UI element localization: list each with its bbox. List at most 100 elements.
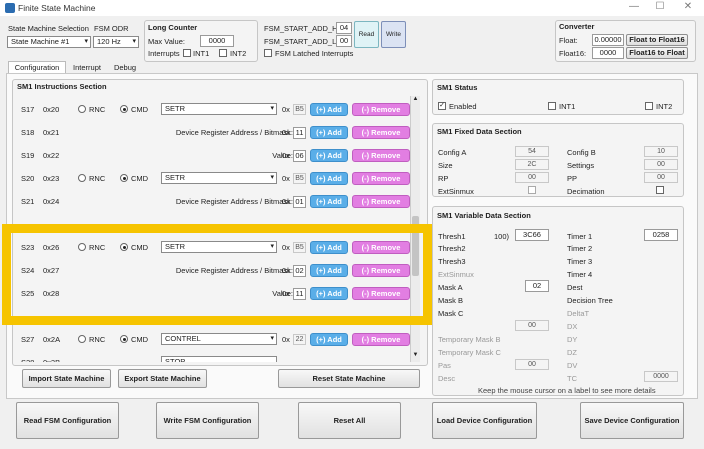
scroll-up-icon[interactable]: ▲ <box>411 96 420 102</box>
dx-input[interactable]: 00 <box>515 320 549 331</box>
write-button[interactable]: Write <box>381 21 406 48</box>
hex-value-input[interactable]: B5 <box>293 242 306 253</box>
scrollbar-thumb[interactable] <box>412 216 419 276</box>
fsm-latched-checkbox[interactable] <box>264 49 272 57</box>
read-button[interactable]: Read <box>354 21 379 48</box>
add-button[interactable]: (+) Add <box>310 287 348 300</box>
rnc-radio[interactable] <box>78 105 86 113</box>
timer1-input[interactable]: 0258 <box>644 229 678 241</box>
int1-checkbox[interactable] <box>183 49 191 57</box>
tab-debug[interactable]: Debug <box>108 62 142 73</box>
remove-button[interactable]: (-) Remove <box>352 241 410 254</box>
minimize-icon[interactable]: — <box>624 1 644 12</box>
pp-input[interactable]: 00 <box>644 172 678 183</box>
add-button[interactable]: (+) Add <box>310 241 348 254</box>
maximize-icon[interactable]: ☐ <box>650 1 670 12</box>
fsm-odr-select[interactable]: 120 Hz ▾ <box>93 36 139 48</box>
tc-input[interactable]: 0000 <box>644 371 678 382</box>
float-input[interactable]: 0.00000 <box>592 34 624 46</box>
mask-a-input[interactable]: 02 <box>525 280 549 292</box>
remove-button[interactable]: (-) Remove <box>352 287 410 300</box>
command-select[interactable]: SETR ▾ <box>161 103 277 115</box>
status-int1-checkbox[interactable] <box>548 102 556 110</box>
reset-all-button[interactable]: Reset All <box>298 402 401 439</box>
export-sm-button[interactable]: Export State Machine <box>118 369 207 388</box>
command-value: CONTREL <box>165 334 201 343</box>
remove-button[interactable]: (-) Remove <box>352 149 410 162</box>
config-b-label: Config B <box>567 148 596 157</box>
hex-value-input[interactable]: 06 <box>293 150 306 162</box>
command-select[interactable]: STOP <box>161 356 277 362</box>
instruction-row: S17 0x20 RNC CMD SETR ▾ 0x B5 (+) Add (-) Remove <box>14 102 410 118</box>
command-select[interactable]: SETR ▾ <box>161 172 277 184</box>
decimation-checkbox[interactable] <box>656 186 664 194</box>
cmd-radio[interactable] <box>120 174 128 182</box>
hex-value-input[interactable]: 11 <box>293 288 306 300</box>
hex-value-input[interactable]: B5 <box>293 104 306 115</box>
load-device-config-button[interactable]: Load Device Configuration <box>432 402 537 439</box>
enabled-checkbox[interactable]: ✓ <box>438 102 446 110</box>
add-button[interactable]: (+) Add <box>310 149 348 162</box>
pp-label: PP <box>567 174 578 183</box>
dv-label: DV <box>567 361 578 370</box>
remove-button[interactable]: (-) Remove <box>352 195 410 208</box>
read-fsm-button[interactable]: Read FSM Configuration <box>16 402 119 439</box>
add-button[interactable]: (+) Add <box>310 103 348 116</box>
settings-input[interactable]: 00 <box>644 159 678 170</box>
rnc-radio[interactable] <box>78 174 86 182</box>
hex-value-input[interactable]: 02 <box>293 265 306 277</box>
remove-button[interactable]: (-) Remove <box>352 333 410 346</box>
thresh1-input[interactable]: 3C66 <box>515 229 549 241</box>
max-value-input[interactable]: 0000 <box>200 35 234 47</box>
save-device-config-button[interactable]: Save Device Configuration <box>580 402 684 439</box>
cmd-radio[interactable] <box>120 243 128 251</box>
add-button[interactable]: (+) Add <box>310 195 348 208</box>
address-label: 0x24 <box>43 197 60 206</box>
hex-value-input[interactable]: 22 <box>293 334 306 345</box>
config-b-input[interactable]: 10 <box>644 146 678 157</box>
rp-input[interactable]: 00 <box>515 172 549 183</box>
scroll-down-icon[interactable]: ▼ <box>411 352 420 358</box>
size-input[interactable]: 2C <box>515 159 549 170</box>
write-fsm-button[interactable]: Write FSM Configuration <box>156 402 259 439</box>
int2-checkbox[interactable] <box>219 49 227 57</box>
instructions-scrollbar[interactable]: ▲ ▼ <box>410 96 420 362</box>
float16-input[interactable]: 0000 <box>592 47 624 59</box>
fsm-odr-value: 120 Hz <box>97 37 121 46</box>
pas-input[interactable]: 00 <box>515 359 549 370</box>
rnc-radio[interactable] <box>78 335 86 343</box>
remove-button[interactable]: (-) Remove <box>352 126 410 139</box>
hex-value-input[interactable]: 11 <box>293 127 306 139</box>
float16-to-float-button[interactable]: Float16 to Float <box>626 47 688 59</box>
extsinmux-checkbox[interactable] <box>528 186 536 194</box>
remove-button[interactable]: (-) Remove <box>352 264 410 277</box>
status-int2-checkbox[interactable] <box>645 102 653 110</box>
param-label: Device Register Address / Bitmask: <box>175 128 293 137</box>
tab-interrupt[interactable]: Interrupt <box>68 62 106 73</box>
instructions-list: S17 0x20 RNC CMD SETR ▾ 0x B5 (+) Add (-) Remove S… <box>14 96 410 362</box>
sm-selection-select[interactable]: State Machine #1 ▾ <box>7 36 91 48</box>
add-button[interactable]: (+) Add <box>310 264 348 277</box>
remove-button[interactable]: (-) Remove <box>352 103 410 116</box>
start-add-l-label: FSM_START_ADD_L: <box>264 37 339 46</box>
rnc-radio[interactable] <box>78 243 86 251</box>
command-value: STOP <box>165 357 186 362</box>
add-button[interactable]: (+) Add <box>310 333 348 346</box>
float-to-float16-button[interactable]: Float to Float16 <box>626 34 688 46</box>
import-sm-button[interactable]: Import State Machine <box>22 369 111 388</box>
command-select[interactable]: CONTREL ▾ <box>161 333 277 345</box>
start-add-l-input[interactable]: 00 <box>336 35 352 47</box>
chevron-down-icon: ▾ <box>270 335 274 342</box>
remove-button[interactable]: (-) Remove <box>352 172 410 185</box>
add-button[interactable]: (+) Add <box>310 172 348 185</box>
hex-value-input[interactable]: 01 <box>293 196 306 208</box>
cmd-radio[interactable] <box>120 335 128 343</box>
add-button[interactable]: (+) Add <box>310 126 348 139</box>
command-select[interactable]: SETR ▾ <box>161 241 277 253</box>
close-icon[interactable]: ✕ <box>678 1 698 12</box>
reset-sm-button[interactable]: Reset State Machine <box>278 369 420 388</box>
config-a-input[interactable]: 54 <box>515 146 549 157</box>
hex-value-input[interactable]: B5 <box>293 173 306 184</box>
cmd-radio[interactable] <box>120 105 128 113</box>
start-add-h-input[interactable]: 04 <box>336 22 352 34</box>
